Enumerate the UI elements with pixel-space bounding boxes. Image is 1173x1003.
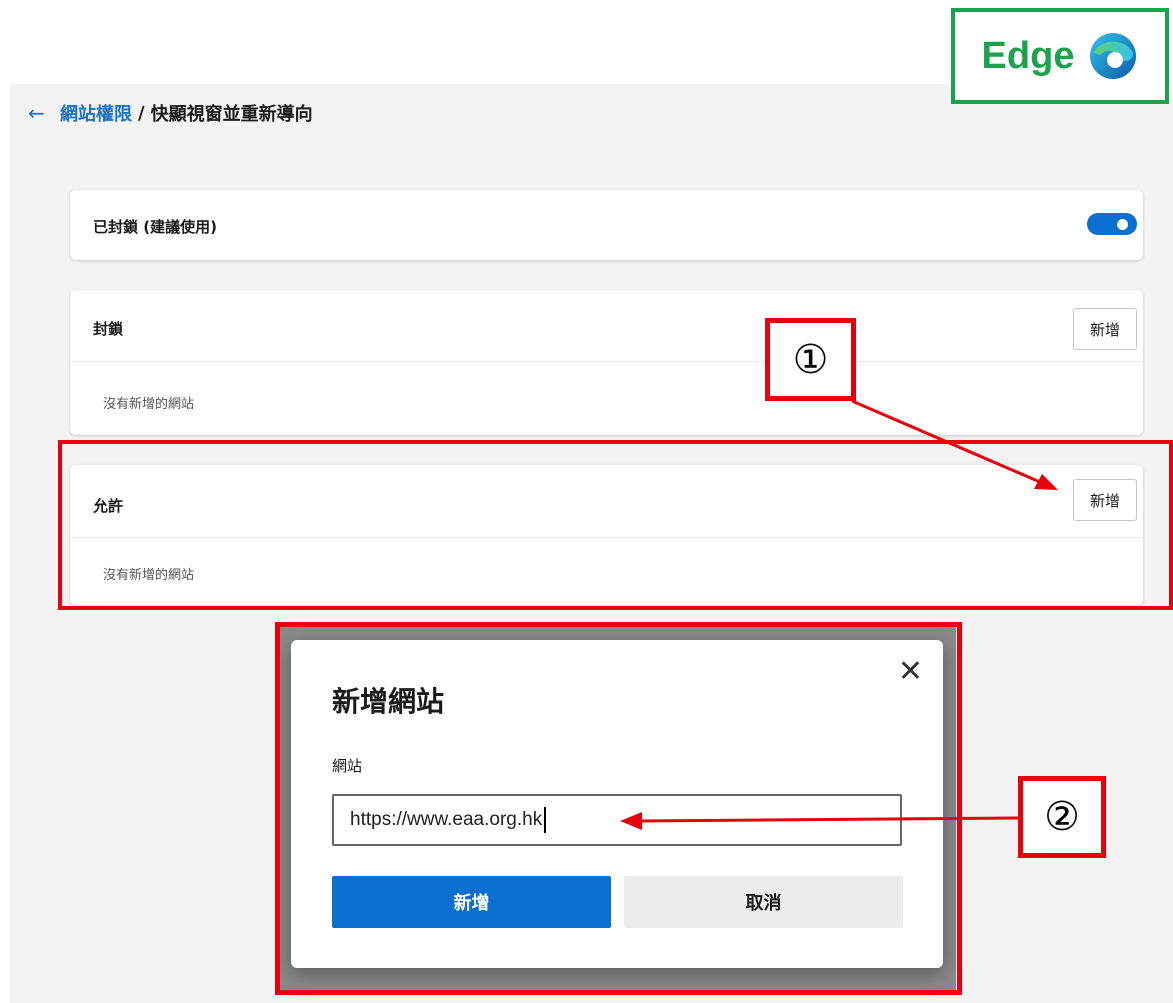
annotation-arrows [620,399,1058,830]
arrow-step2 [639,816,1019,823]
arrow-step1 [851,399,1041,484]
arrow-step2-head [620,812,642,830]
